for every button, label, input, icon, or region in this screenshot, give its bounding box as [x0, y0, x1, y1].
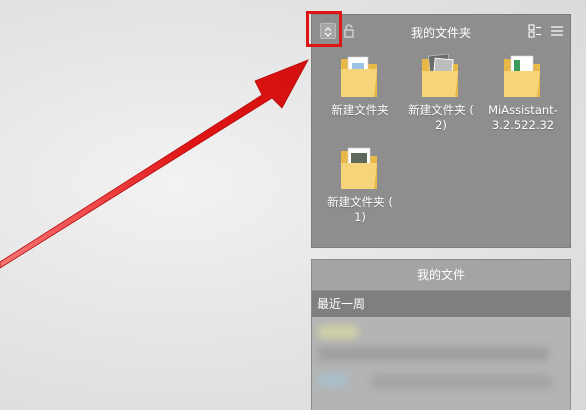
folder-icon: [341, 147, 377, 189]
my-folders-panel: 我的文件夹 新建文件夹 新建文件夹 (2) MiAssistant-3.2.5…: [306, 11, 571, 248]
recent-week-section[interactable]: 最近一周: [312, 291, 570, 317]
folder-grid: 新建文件夹 新建文件夹 ( 2) MiAssistant-3.2.522.32: [312, 15, 570, 247]
folder-icon: [422, 53, 458, 97]
my-files-panel: 我的文件 最近一周: [311, 259, 571, 410]
folder-icon: [341, 56, 377, 97]
folder-item[interactable]: 新建文件夹 ( 1): [323, 143, 397, 225]
blurred-row: [318, 373, 348, 387]
files-panel-title: 我的文件: [312, 260, 570, 291]
folder-icon: [504, 55, 540, 97]
folder-item[interactable]: MiAssistant-3.2.522.32: [486, 51, 560, 133]
folder-item-label: 新建文件夹 ( 1): [327, 195, 393, 224]
folder-item-label: 新建文件夹 ( 2): [408, 103, 474, 132]
blurred-row: [318, 325, 358, 339]
folder-item[interactable]: 新建文件夹: [323, 51, 397, 118]
blurred-row: [318, 347, 548, 361]
folder-item-label: 新建文件夹: [331, 103, 389, 117]
blurred-file-list: [312, 317, 570, 410]
folder-item[interactable]: 新建文件夹 ( 2): [404, 51, 478, 133]
folder-item-label: MiAssistant-3.2.522.32: [488, 103, 558, 132]
blurred-row: [372, 375, 552, 389]
